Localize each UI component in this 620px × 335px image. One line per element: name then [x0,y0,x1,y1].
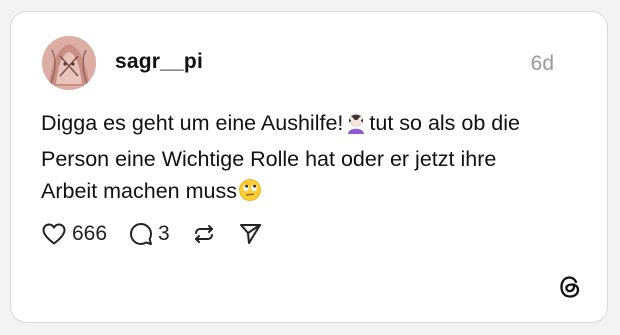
post-text-segment: tut so als ob die [369,111,520,135]
post-text-segment: Digga es geht um eine Aushilfe! [41,111,344,135]
threads-logo-icon[interactable] [557,274,583,300]
speech-bubble-icon [130,223,153,245]
reply-button[interactable]: 3 [129,222,170,246]
like-count: 666 [72,222,108,245]
post-card[interactable]: sagr__pi 6d Digga es geht um eine Aushil… [10,11,608,323]
woman-facepalming-emoji-icon [344,110,368,143]
heart-icon [42,223,66,245]
post-timestamp: 6d [530,52,554,75]
post-text: Digga es geht um eine Aushilfe! tut so a… [41,107,581,211]
post-text-line-1: Digga es geht um eine Aushilfe! tut so a… [41,107,581,143]
avatar[interactable] [42,36,96,90]
post-text-line-2: Person eine Wichtige Rolle hat oder er j… [41,147,497,171]
like-button[interactable]: 666 [41,222,107,246]
post-text-line-3: Arbeit machen muss [41,175,581,211]
post-text-segment: Arbeit machen muss [41,179,237,203]
avatar-image [42,36,96,90]
reply-count: 3 [158,222,170,245]
repost-button[interactable] [192,222,216,246]
post-actions: 666 3 [41,221,284,247]
username[interactable]: sagr__pi [115,50,203,74]
repost-icon [194,225,213,243]
send-icon [239,224,261,244]
rolling-eyes-emoji-icon [238,178,262,211]
share-button[interactable] [238,222,262,246]
